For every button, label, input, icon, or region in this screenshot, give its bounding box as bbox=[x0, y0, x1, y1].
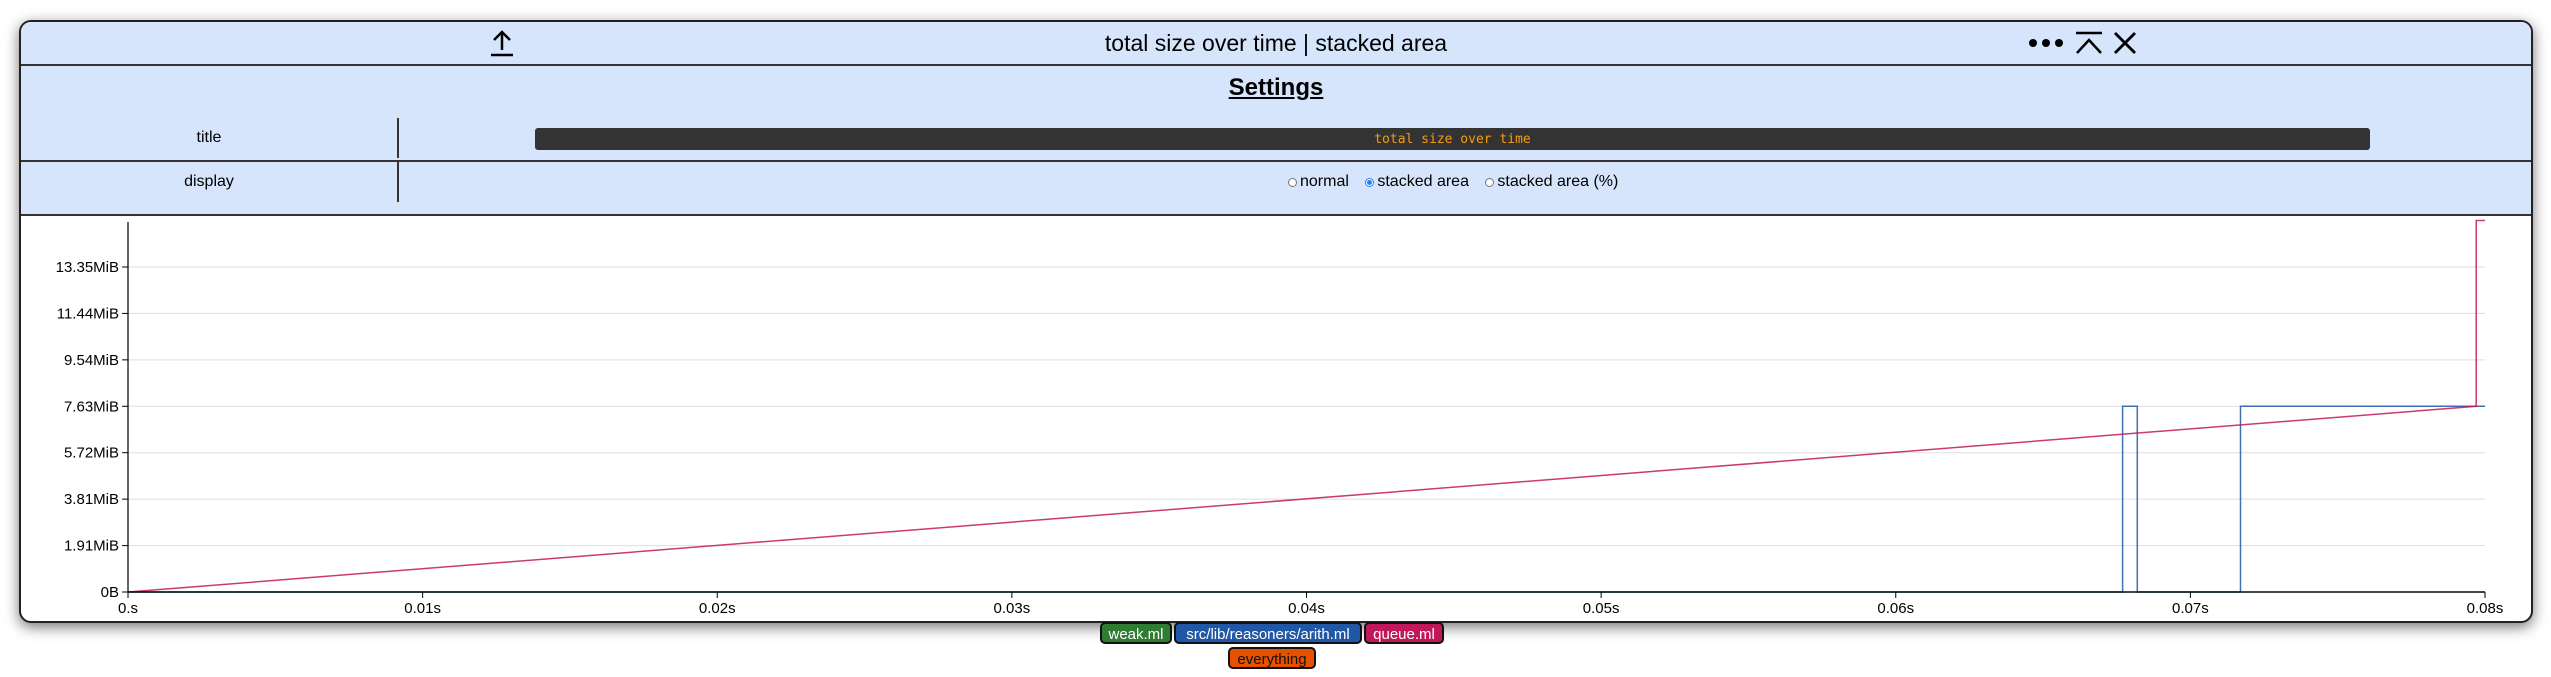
legend-item-weak[interactable]: weak.ml bbox=[1100, 622, 1172, 644]
x-tick-label: 0.05s bbox=[1583, 600, 1620, 617]
window-title: total size over time | stacked area bbox=[1104, 30, 1448, 56]
display-setting-label: display bbox=[21, 162, 399, 202]
y-tick-label: 9.54MiB bbox=[64, 352, 119, 369]
settings-heading: Settings bbox=[1228, 74, 1324, 101]
y-tick-label: 13.35MiB bbox=[56, 259, 119, 276]
title-setting-row: title bbox=[21, 118, 2531, 158]
display-option-stacked-area-percent[interactable]: stacked area (%) bbox=[1485, 162, 1618, 202]
y-tick-label: 0B bbox=[101, 584, 119, 601]
x-tick-label: 0.04s bbox=[1288, 600, 1325, 617]
legend-item-arith[interactable]: src/lib/reasoners/arith.ml bbox=[1174, 622, 1362, 644]
x-tick-label: 0.s bbox=[118, 600, 138, 617]
x-tick-label: 0.01s bbox=[404, 600, 441, 617]
chart-area: 0B 1.91MiB 3.81MiB 5.72MiB 7.63MiB 9.54MiB 11.… bbox=[21, 216, 2531, 621]
chart-window: total size over time | stacked area Sett… bbox=[19, 20, 2533, 623]
title-bar: total size over time | stacked area bbox=[21, 22, 2531, 66]
x-tick-label: 0.06s bbox=[1877, 600, 1914, 617]
radio-dot[interactable] bbox=[1288, 177, 1297, 187]
display-option-label: normal bbox=[1300, 173, 1349, 190]
y-tick-label: 11.44MiB bbox=[57, 305, 119, 322]
title-setting-label: title bbox=[21, 118, 399, 158]
settings-panel: Settings title display normal stacked ar… bbox=[21, 66, 2531, 216]
x-tick-label: 0.07s bbox=[2172, 600, 2209, 617]
y-tick-label: 7.63MiB bbox=[64, 398, 119, 415]
legend-item-queue[interactable]: queue.ml bbox=[1364, 622, 1444, 644]
radio-dot-selected[interactable] bbox=[1365, 177, 1375, 187]
collapse-icon[interactable] bbox=[2074, 30, 2104, 56]
legend-item-everything[interactable]: everything bbox=[1228, 647, 1316, 669]
close-icon[interactable] bbox=[2113, 31, 2137, 55]
radio-dot[interactable] bbox=[1485, 177, 1495, 187]
x-tick-label: 0.02s bbox=[699, 600, 736, 617]
title-input[interactable] bbox=[535, 128, 2370, 150]
stacked-area-chart: 0B 1.91MiB 3.81MiB 5.72MiB 7.63MiB 9.54MiB 11.… bbox=[56, 219, 2504, 617]
more-icon[interactable] bbox=[2027, 32, 2065, 54]
legend: weak.ml src/lib/reasoners/arith.ml queue… bbox=[0, 621, 2551, 677]
upload-icon[interactable] bbox=[487, 29, 517, 59]
display-option-normal[interactable]: normal bbox=[1288, 162, 1349, 202]
display-option-stacked-area[interactable]: stacked area bbox=[1365, 162, 1469, 202]
x-tick-label: 0.08s bbox=[2467, 600, 2504, 617]
display-setting-row: display normal stacked area stacked area… bbox=[21, 160, 2531, 202]
y-tick-label: 3.81MiB bbox=[64, 491, 119, 508]
display-option-label: stacked area bbox=[1377, 173, 1469, 190]
y-tick-label: 5.72MiB bbox=[64, 445, 119, 462]
display-option-label: stacked area (%) bbox=[1497, 173, 1619, 190]
display-radio-group: normal stacked area stacked area (%) bbox=[1288, 162, 1630, 202]
y-tick-label: 1.91MiB bbox=[64, 538, 119, 555]
x-tick-label: 0.03s bbox=[994, 600, 1031, 617]
